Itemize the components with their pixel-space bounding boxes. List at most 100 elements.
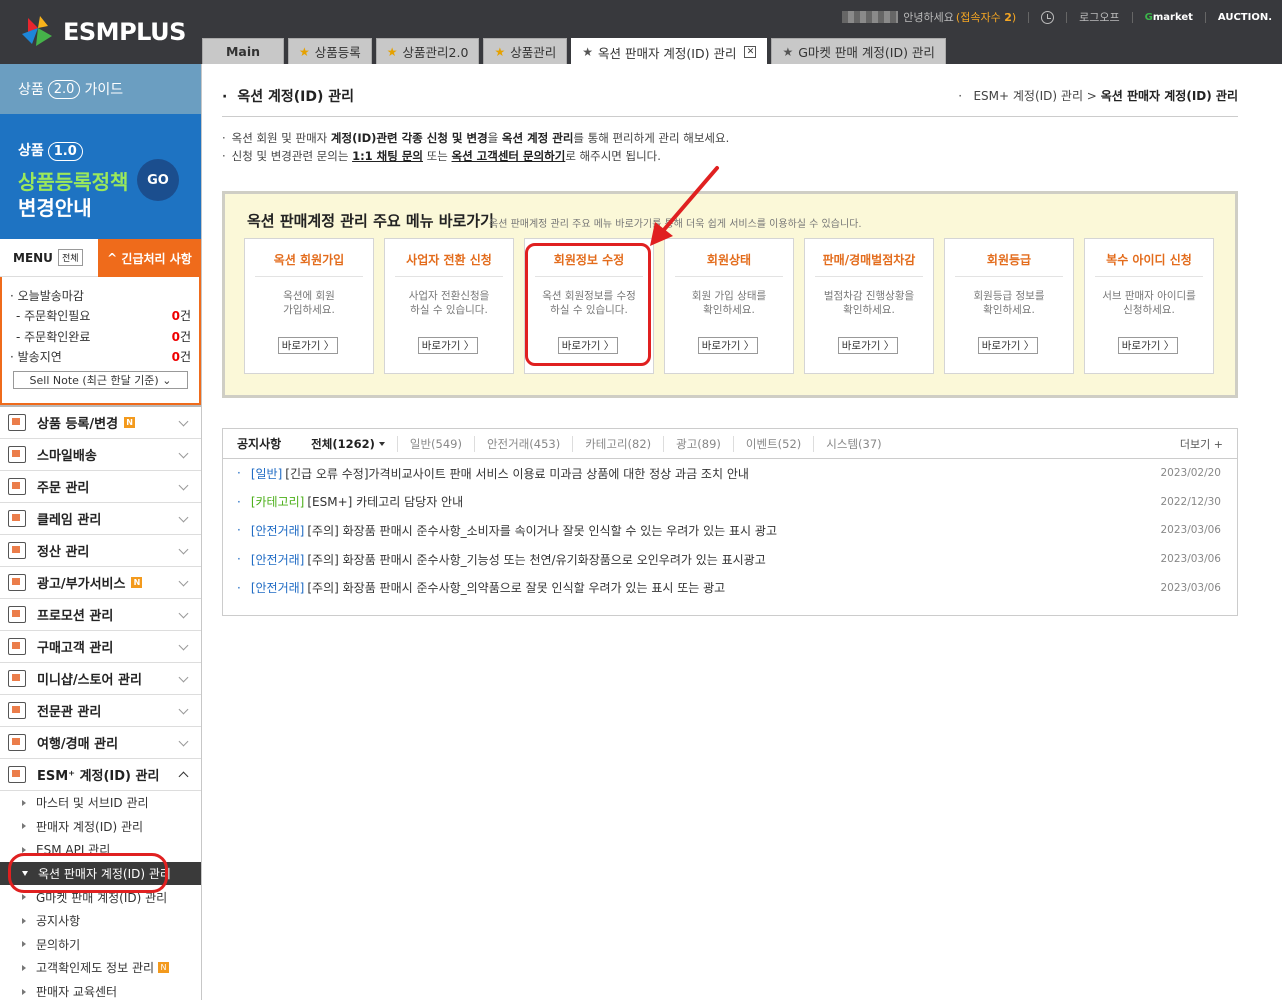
nav-item-label: 프로모션 관리: [37, 609, 114, 624]
nav-item[interactable]: 주문 관리: [0, 471, 201, 503]
product-2-guide-banner[interactable]: 상품 2.0 가이드: [0, 64, 201, 114]
nav-item-label: 상품 등록/변경: [37, 417, 119, 432]
triangle-right-icon: [22, 823, 26, 830]
chevron-down-icon: [178, 640, 189, 651]
notice-item[interactable]: · [안전거래] [주의] 화장품 판매시 준수사항_기능성 또는 천연/유기화장품…: [223, 545, 1237, 574]
menu-all-button[interactable]: 전체: [57, 249, 83, 266]
auction-link[interactable]: AUCTION.: [1218, 12, 1272, 23]
notice-date: 2023/03/06: [1160, 581, 1221, 594]
connection-count[interactable]: (접속자수 2): [956, 9, 1016, 25]
more-link[interactable]: 더보기 +: [1180, 436, 1223, 452]
shortcut-card: 복수 아이디 신청 서브 판매자 아이디를 신청하세요. 바로가기 〉: [1084, 238, 1214, 374]
clock-icon[interactable]: [1041, 10, 1055, 24]
notice-category-tab[interactable]: 전체(1262): [311, 436, 397, 452]
submenu-item-label: 문의하기: [36, 937, 81, 952]
submenu-item[interactable]: 문의하기: [0, 933, 201, 957]
notice-category-tab[interactable]: 이벤트(52): [732, 435, 813, 452]
shortcut-title: 옥션 판매계정 관리 주요 메뉴 바로가기: [247, 212, 494, 230]
nav-item[interactable]: 미니샵/스토어 관리: [0, 663, 201, 695]
esmplus-logo[interactable]: ESMPLUS: [18, 12, 186, 52]
go-button[interactable]: 바로가기 〉: [978, 337, 1038, 354]
submenu-item[interactable]: 고객확인제도 정보 관리 N: [0, 956, 201, 980]
nav-item[interactable]: 스마일배송: [0, 439, 201, 471]
tab-label: G마켓 판매 계정(ID) 관리: [798, 45, 935, 60]
nav-item-label: 클레임 관리: [37, 513, 102, 528]
chevron-down-icon: [178, 608, 189, 619]
breadcrumb-parent[interactable]: ESM+ 계정(ID) 관리 >: [973, 89, 1096, 103]
bullet-icon: ·: [237, 494, 241, 509]
logout-link[interactable]: 로그오프: [1079, 9, 1119, 25]
nav-item[interactable]: 구매고객 관리: [0, 631, 201, 663]
banner-line3: 변경안내: [18, 196, 92, 220]
nav-item[interactable]: 프로모션 관리: [0, 599, 201, 631]
close-icon[interactable]: ✕: [744, 46, 757, 58]
greeting-text: 안녕하세요: [903, 11, 954, 24]
notice-item[interactable]: · [일반] [긴급 오류 수정]가격비교사이트 판매 서비스 이용료 미과금 상품…: [223, 459, 1237, 488]
sell-note-label: Sell Note (최근 한달 기준): [29, 374, 159, 387]
nav-item[interactable]: ESM⁺ 계정(ID) 관리: [0, 759, 201, 791]
notice-category-tab[interactable]: 시스템(37): [813, 435, 893, 452]
card-description: 옥션에 회원 가입하세요.: [283, 290, 335, 316]
menu-category-icon: [8, 542, 26, 559]
nav-item[interactable]: 클레임 관리: [0, 503, 201, 535]
chat-inquiry-link[interactable]: 1:1 채팅 문의: [352, 149, 423, 163]
order-row[interactable]: · 발송지연 0건: [10, 347, 191, 368]
sell-note-select[interactable]: Sell Note (최근 한달 기준) ⌄: [13, 371, 188, 389]
go-button[interactable]: 바로가기 〉: [418, 337, 478, 354]
tab-product-register[interactable]: ★ 상품등록: [288, 38, 372, 64]
divider: [1131, 11, 1133, 23]
tab-main[interactable]: Main: [202, 38, 284, 64]
nav-item[interactable]: 광고/부가서비스 N: [0, 567, 201, 599]
policy-change-banner[interactable]: 상품 1.0 상품등록정책 변경안내 GO: [0, 114, 201, 239]
go-button[interactable]: GO: [137, 159, 179, 201]
nav-item[interactable]: 상품 등록/변경 N: [0, 407, 201, 439]
notice-category-tab[interactable]: 일반(549): [396, 435, 474, 452]
notice-category-tab[interactable]: 광고(89): [663, 435, 733, 452]
shortcut-panel: 옥션 판매계정 관리 주요 메뉴 바로가기 옥션 판매계정 관리 주요 메뉴 바…: [222, 191, 1238, 398]
shortcut-card: 회원상태 회원 가입 상태를 확인하세요. 바로가기 〉: [664, 238, 794, 374]
submenu-item[interactable]: 판매자 교육센터: [0, 980, 201, 1000]
urgent-label: 긴급처리 사항: [121, 251, 192, 266]
order-row[interactable]: - 주문확인완료 0건: [10, 326, 191, 347]
notice-date: 2022/12/30: [1160, 495, 1221, 508]
shortcut-card: 판매/경매벌점차감 벌점차감 진행상황을 확인하세요. 바로가기 〉: [804, 238, 934, 374]
tab-product-manage[interactable]: ★ 상품관리: [483, 38, 568, 64]
notice-title: 공지사항: [237, 437, 282, 451]
order-row[interactable]: · 오늘발송마감: [10, 285, 191, 306]
tab-product-manage-2[interactable]: ★ 상품관리2.0: [375, 38, 480, 64]
notice-category-tab[interactable]: 카테고리(82): [572, 435, 663, 452]
go-button[interactable]: 바로가기 〉: [278, 337, 338, 354]
go-button[interactable]: 바로가기 〉: [698, 337, 758, 354]
order-row[interactable]: - 주문확인필요 0건: [10, 306, 191, 327]
order-count-value: 0: [171, 350, 180, 365]
card-description: 벌점차감 진행상황을 확인하세요.: [823, 290, 915, 316]
notice-item[interactable]: · [안전거래] [주의] 화장품 판매시 준수사항_소비자를 속이거나 잘못 인식…: [223, 516, 1237, 545]
submenu-item[interactable]: 마스터 및 서브ID 관리: [0, 791, 201, 815]
menu-tab[interactable]: MENU 전체: [0, 239, 98, 277]
nav-item[interactable]: 정산 관리: [0, 535, 201, 567]
bullet-icon: ·: [237, 580, 241, 595]
notice-item[interactable]: · [카테고리] [ESM+] 카테고리 담당자 안내 2022/12/30: [223, 488, 1237, 517]
menu-category-icon: [8, 510, 26, 527]
nav-item[interactable]: 전문관 관리: [0, 695, 201, 727]
submenu-item[interactable]: 공지사항: [0, 909, 201, 933]
new-badge: N: [131, 577, 143, 588]
order-count-value: 0: [171, 309, 180, 324]
notice-item[interactable]: · [안전거래] [주의] 화장품 판매시 준수사항_의약품으로 잘못 인식할 우려…: [223, 573, 1237, 602]
urgent-tab[interactable]: ^ 긴급처리 사항: [98, 239, 201, 277]
gmarket-link[interactable]: Gmarket: [1145, 12, 1193, 23]
order-label: · 발송지연: [10, 350, 62, 365]
chevron-down-icon: [178, 672, 189, 683]
customer-center-link[interactable]: 옥션 고객센터 문의하기: [452, 149, 566, 163]
chevron-down-icon: [178, 704, 189, 715]
notice-list: · [일반] [긴급 오류 수정]가격비교사이트 판매 서비스 이용료 미과금 상품…: [223, 459, 1237, 602]
nav-item[interactable]: 여행/경매 관리: [0, 727, 201, 759]
tab-auction-account[interactable]: ★ 옥션 판매자 계정(ID) 관리 ✕: [571, 38, 768, 65]
submenu-item[interactable]: 판매자 계정(ID) 관리: [0, 815, 201, 839]
tab-gmarket-account[interactable]: ★ G마켓 판매 계정(ID) 관리: [771, 38, 946, 64]
triangle-right-icon: [22, 917, 26, 924]
go-button[interactable]: 바로가기 〉: [1118, 337, 1178, 354]
notice-category-tab[interactable]: 안전거래(453): [473, 435, 572, 452]
go-button[interactable]: 바로가기 〉: [838, 337, 898, 354]
urgent-order-box: · 오늘발송마감 - 주문확인필요 0건 - 주문확인완료 0건 · 발송지연 0건 …: [0, 277, 201, 405]
